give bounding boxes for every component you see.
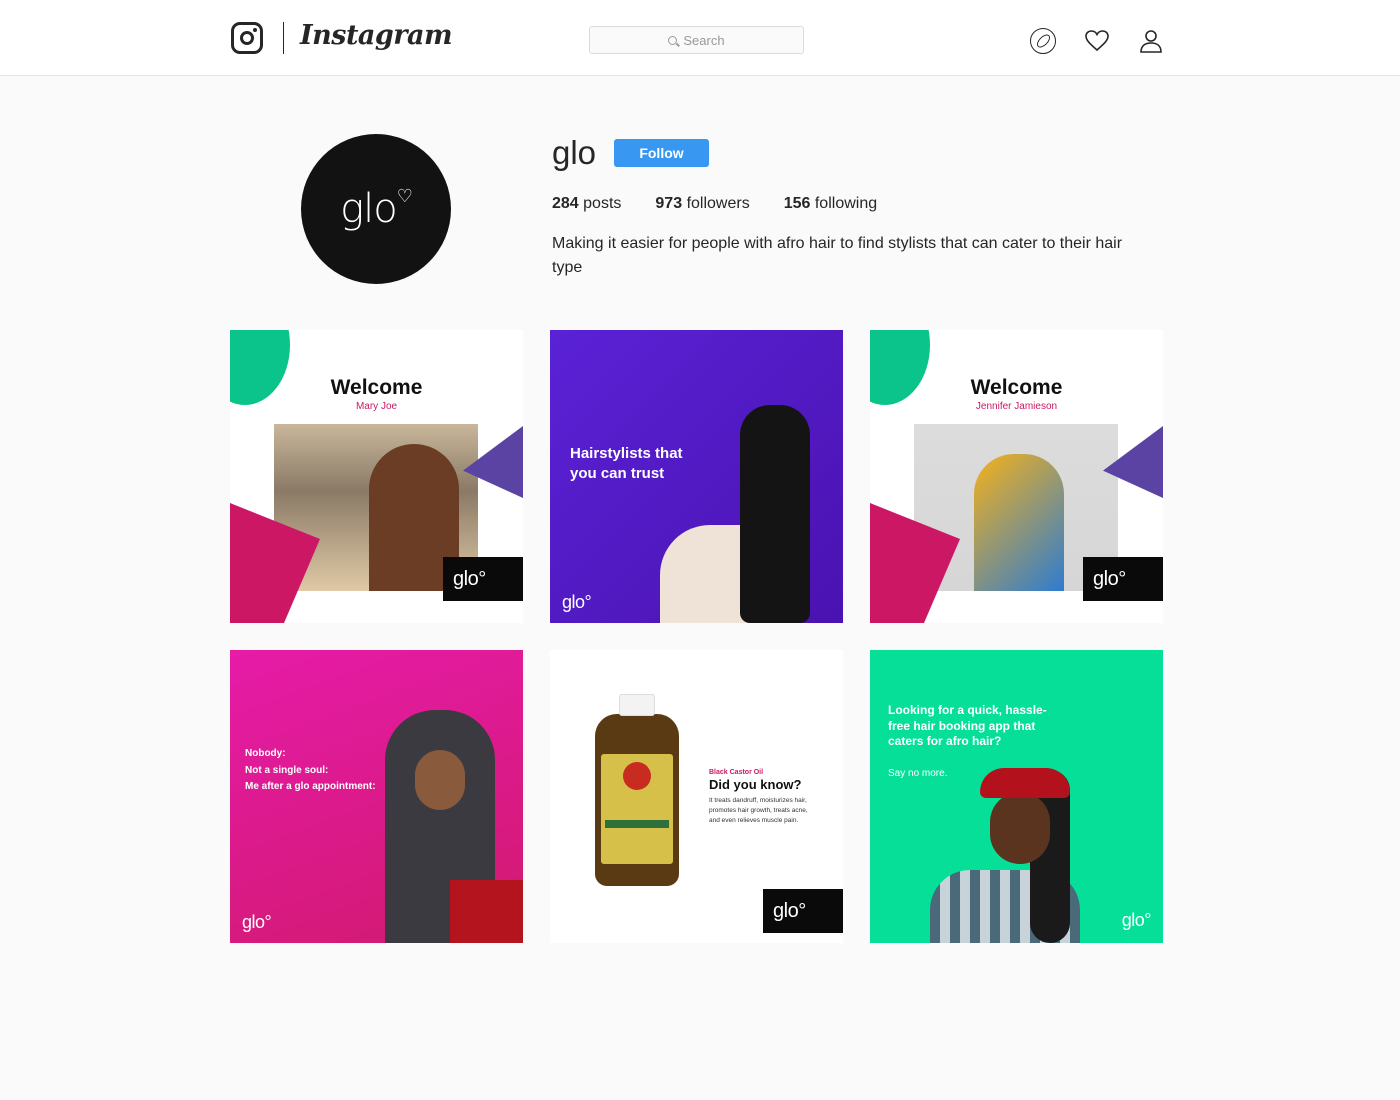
camera-lens-shape — [240, 31, 254, 45]
post-name: Mary Joe — [355, 401, 398, 412]
face-shape — [415, 750, 465, 810]
glo-logo-badge: glo ° — [443, 557, 523, 601]
castor-oil-bottle — [595, 694, 679, 886]
heart-icon[interactable] — [1084, 28, 1110, 54]
glo-logo: glo° — [1121, 910, 1152, 930]
glo-logo-badge: glo ° — [763, 889, 843, 933]
top-navigation-bar: Instagram Search — [0, 0, 1400, 76]
post-tile-nobody-meme[interactable]: Nobody: Not a single soul: Me after a gl… — [230, 650, 523, 943]
logo-divider — [283, 22, 284, 54]
avatar-logo: glo♡ — [340, 186, 413, 232]
braids-shape — [740, 405, 810, 623]
bottle-label — [601, 754, 673, 864]
profile-bio: Making it easier for people with afro ha… — [552, 235, 1123, 276]
shirt-shape — [450, 880, 523, 943]
post-tile-welcome-jennifer[interactable]: Welcome Jennifer Jamieson glo ° — [870, 330, 1163, 623]
post-tile-booking-app[interactable]: Looking for a quick, hassle-free hair bo… — [870, 650, 1163, 943]
glo-logo: glo° — [242, 912, 272, 932]
label-emblem — [623, 762, 651, 790]
following-count[interactable]: 156 following — [784, 195, 877, 213]
followers-count[interactable]: 973 followers — [655, 195, 749, 213]
user-icon[interactable] — [1138, 28, 1164, 54]
camera-dot-shape — [253, 28, 257, 32]
person-figure — [930, 760, 1100, 943]
post-title: Welcome — [970, 376, 1063, 399]
post-body: It treats dandruff, moisturizes hair, pr… — [709, 797, 808, 824]
post-name: Jennifer Jamieson — [975, 401, 1058, 412]
follow-button[interactable]: Follow — [614, 139, 709, 167]
post-tile-welcome-mary[interactable]: Welcome Mary Joe glo ° — [230, 330, 523, 623]
instagram-wordmark[interactable]: Instagram — [300, 20, 453, 51]
instagram-logo-icon[interactable] — [231, 22, 263, 54]
post-kicker: Black Castor Oil — [709, 769, 764, 776]
search-placeholder: Search — [683, 32, 725, 48]
bandana-shape — [980, 768, 1070, 798]
label-band — [605, 820, 669, 828]
profile-username: glo — [552, 134, 597, 171]
post-caption: Looking for a quick, hassle-free hair bo… — [888, 703, 1047, 748]
profile-stats: 284 posts 973 followers 156 following — [552, 195, 877, 213]
post-title: Welcome — [330, 376, 423, 399]
search-icon — [668, 35, 678, 45]
post-tile-castor-oil[interactable]: Black Castor Oil Did you know? It treats… — [550, 650, 843, 943]
profile-avatar[interactable]: glo♡ — [301, 134, 451, 284]
person-figure — [660, 405, 835, 623]
search-input[interactable]: Search — [589, 26, 804, 54]
glo-logo: glo° — [562, 592, 592, 612]
post-headline: Did you know? — [709, 777, 802, 792]
person-figure — [974, 454, 1064, 591]
posts-count: 284 posts — [552, 195, 622, 212]
glo-logo-badge: glo ° — [1083, 557, 1163, 601]
person-figure — [360, 710, 523, 943]
face-shape — [990, 792, 1050, 864]
post-tile-hairstylists[interactable]: Hairstylists that you can trust glo° — [550, 330, 843, 623]
compass-icon[interactable] — [1030, 28, 1056, 54]
bottle-cap — [619, 694, 655, 716]
